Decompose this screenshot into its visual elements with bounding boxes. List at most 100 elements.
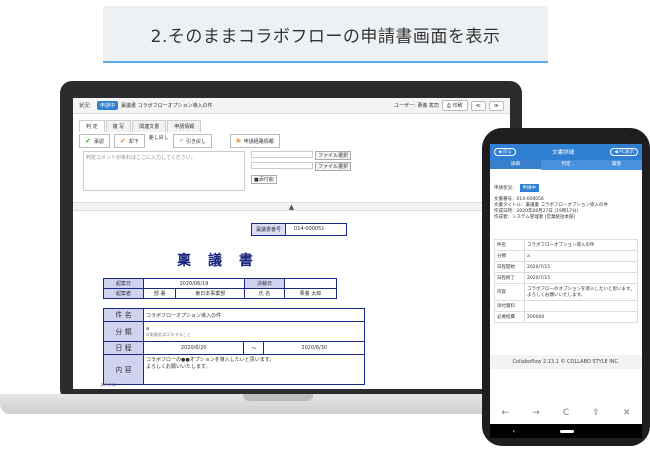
back-button[interactable]: ◀ 戻る: [494, 148, 516, 156]
form-table: 件 名 コラボフローオプション導入の件 分 類 a ※稟議前はCCをすること 日…: [103, 308, 365, 385]
row-label: 件名: [494, 239, 525, 251]
sendback-label[interactable]: 差し戻し: [149, 134, 169, 148]
table-row: 起案者 部 署 東日本事業部 氏 名 栗養 太郎: [103, 288, 338, 299]
table-row: 内容 コラボフローのオプションを導入したいと思います。よろしくお願いいたします。: [494, 283, 638, 301]
withdraw-icon: ↗: [178, 138, 183, 144]
phone-status: 申請状況： 申請中: [494, 184, 539, 192]
back-arrow-icon[interactable]: ←: [502, 408, 510, 418]
status-badge: 申請中: [97, 101, 119, 110]
table-row: 添付資料: [494, 300, 638, 312]
doc-number-box: 稟議書番号 014-000051: [251, 223, 348, 236]
start-label: 起案日: [103, 278, 144, 289]
tab-related[interactable]: 関連文書: [132, 120, 167, 132]
row-label: 日程開始: [494, 261, 525, 273]
reject-label: 却下: [128, 138, 139, 145]
sys-back-icon[interactable]: ‹: [513, 428, 515, 435]
file-select-button[interactable]: ファイル選択: [314, 151, 351, 160]
content-label: 内 容: [103, 354, 144, 385]
table-row: 日 程 2020/6/20 〜 2020/6/30: [103, 341, 365, 355]
route-label: 申請経路情報: [243, 138, 274, 145]
withdraw-button[interactable]: ↗ 引き戻し: [172, 134, 213, 148]
file-area: ファイル選択 ファイル選択 ■添付削: [251, 151, 351, 184]
doc-name: 稟議書 コラボフローオプション導入の件: [121, 103, 213, 109]
drafter-label: 起案者: [103, 288, 144, 299]
home-pill-icon[interactable]: [560, 429, 575, 433]
heading-text: 2.そのままコラボフローの申請書画面を表示: [150, 26, 501, 47]
row-value: 2020/7/15: [524, 272, 638, 284]
approve-button[interactable]: ✔ 承認: [79, 134, 110, 148]
tab-request-info[interactable]: 申請情報: [167, 120, 202, 132]
phone-status-badge: 申請中: [519, 184, 539, 192]
decide-label: 決裁日: [243, 278, 285, 289]
row-label: 日程終了: [494, 272, 525, 284]
table-row: 日程開始 2020/7/15: [494, 261, 638, 273]
tab-bar: 判 定 複 写 関連文書 申請情報: [79, 120, 202, 132]
laptop-screen: 状況： 申請中 稟議書 コラボフローオプション導入の件 ユーザー: 栗養 篤司 …: [73, 98, 510, 389]
meta-table: 起案日 2020/06/19 決裁日 起案者 部 署 東日本事業部 氏 名 栗養…: [103, 278, 338, 299]
collapse-toggle[interactable]: ▲: [73, 202, 510, 211]
file-select-button[interactable]: ファイル選択: [314, 162, 351, 171]
phone-info: 文書番号：014-000056 文書タイトル：稟議書 コラボフローオプション導入…: [494, 197, 608, 221]
route-icon: ▣: [236, 138, 241, 144]
schedule-from: 2020/6/20: [142, 341, 245, 355]
heading-underline: [103, 61, 548, 63]
tab-copy[interactable]: 複 写: [105, 120, 132, 132]
doc-number-label: 稟議書番号: [252, 224, 287, 235]
name-value: 栗養 太郎: [283, 288, 338, 299]
tab-history[interactable]: 履歴: [591, 160, 642, 170]
table-row: 件名 コラボフローオプション導入の件: [494, 239, 638, 251]
content-cell: コラボフローの●●オプションを導入したいと思います。 よろしくお願いいたします。: [143, 354, 365, 385]
route-info-button[interactable]: ▣ 申請経路情報: [230, 134, 280, 148]
tab-judge[interactable]: 判定: [541, 160, 592, 170]
withdraw-label: 引き戻し: [186, 138, 207, 145]
share-icon[interactable]: ⇪: [592, 408, 600, 418]
topbar: 状況： 申請中 稟議書 コラボフローオプション導入の件 ユーザー: 栗養 篤司 …: [73, 98, 510, 114]
row-label: 分類: [494, 250, 525, 262]
file-input[interactable]: [251, 151, 313, 158]
phone-title: 文書詳細: [552, 150, 575, 156]
reject-button[interactable]: ✔ 却下: [113, 134, 145, 148]
phone-status-label: 申請状況：: [494, 186, 517, 191]
doc-number-value: 014-000051: [294, 226, 325, 232]
table-row: 起案日 2020/06/19 決裁日: [103, 278, 338, 289]
browser-nav: ← → C ⇪ ✕: [490, 402, 642, 424]
row-value: 200000: [524, 311, 638, 323]
decide-value: [283, 278, 338, 289]
category-label: 分 類: [103, 321, 144, 342]
stage: 2.そのままコラボフローの申請書画面を表示 状況： 申請中 稟議書 コラボフロー…: [0, 0, 650, 449]
next-button[interactable]: ≫: [488, 100, 504, 111]
table-row: 必要経費 200000: [494, 311, 638, 323]
row-value: コラボフローオプション導入の件: [524, 239, 638, 251]
file-input[interactable]: [251, 162, 313, 169]
print-button[interactable]: ⎙ 印刷: [441, 100, 468, 111]
schedule-to: 2020/6/30: [263, 341, 365, 355]
schedule-label: 日 程: [103, 341, 144, 355]
pc-view-button[interactable]: ◀ PC表示: [610, 148, 638, 156]
android-sysbar: ‹: [490, 424, 642, 438]
start-value: 2020/06/19: [143, 278, 245, 289]
row-value: a: [524, 250, 638, 262]
doc-title: 稟 議 書: [177, 253, 259, 269]
phone-detail-table: 件名 コラボフローオプション導入の件 分類 a 日程開始 2020/7/15 日程終了…: [494, 239, 638, 323]
print-label: 印刷: [452, 103, 463, 109]
table-row: 分類 a: [494, 250, 638, 262]
subject-value: コラボフローオプション導入の件: [143, 308, 365, 322]
schedule-tilde: 〜: [243, 341, 265, 355]
tab-judge[interactable]: 判 定: [79, 120, 105, 132]
info-line: 作成者：システム管理者 (営業統括本部): [494, 215, 576, 220]
table-row: 分 類 a ※稟議前はCCをすること: [103, 321, 365, 342]
forward-arrow-icon[interactable]: →: [532, 408, 540, 418]
close-icon[interactable]: ✕: [623, 408, 631, 418]
reload-icon[interactable]: C: [563, 408, 569, 418]
comment-textarea[interactable]: 判定コメントがあればここに入力してください。: [83, 151, 245, 191]
table-row: 内 容 コラボフローの●●オプションを導入したいと思います。 よろしくお願いいた…: [103, 354, 365, 385]
prev-button[interactable]: ≪: [470, 100, 486, 111]
file-delete-button[interactable]: ■添付削: [251, 175, 277, 184]
phone-header: ◀ 戻る 文書詳細 ◀ PC表示: [490, 144, 642, 160]
file-row: ファイル選択: [251, 151, 351, 160]
content-line: コラボフローの●●オプションを導入したいと思います。: [146, 357, 275, 363]
tab-detail[interactable]: 詳細: [490, 160, 541, 170]
phone-footer: Collaboflow 2.13.1 © COLLABO STYLE INC.: [490, 355, 642, 369]
action-bar: ✔ 承認 ✔ 却下 差し戻し ↗ 引き戻し ▣ 申請経路情報: [79, 134, 280, 148]
subject-label: 件 名: [103, 308, 144, 322]
